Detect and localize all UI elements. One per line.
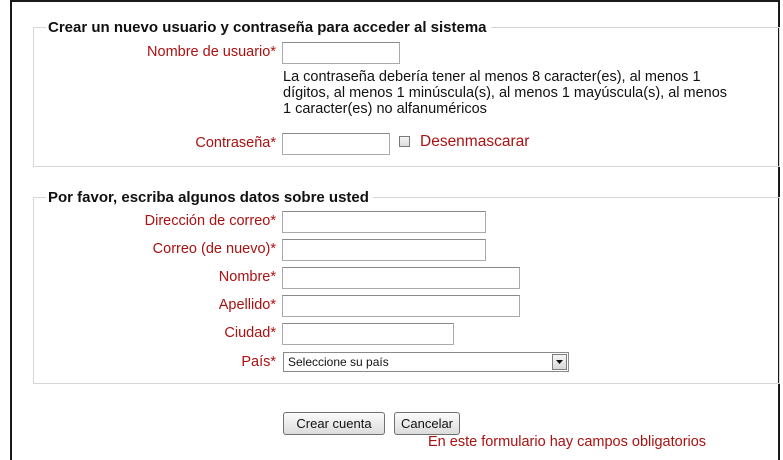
city-label: Ciudad* xyxy=(224,325,276,341)
password-label: Contraseña* xyxy=(195,135,276,151)
lastname-label: Apellido* xyxy=(218,297,276,313)
create-account-button[interactable]: Crear cuenta xyxy=(283,412,385,435)
dropdown-button[interactable] xyxy=(552,354,567,370)
country-label: País* xyxy=(241,354,276,370)
firstname-input[interactable] xyxy=(282,267,520,289)
email-again-label: Correo (de nuevo)* xyxy=(152,241,276,257)
lastname-input[interactable] xyxy=(282,295,520,317)
city-input[interactable] xyxy=(282,323,454,345)
password-policy-text: La contraseña debería tener al menos 8 c… xyxy=(283,69,728,117)
email-label: Dirección de correo* xyxy=(144,213,276,229)
required-fields-note: En este formulario hay campos obligatori… xyxy=(428,434,707,450)
account-legend: Crear un nuevo usuario y contraseña para… xyxy=(46,19,491,37)
unmask-checkbox[interactable] xyxy=(399,136,410,147)
username-input[interactable] xyxy=(282,42,400,64)
password-input[interactable] xyxy=(282,133,390,155)
details-legend: Por favor, escriba algunos datos sobre u… xyxy=(46,189,373,207)
email-input[interactable] xyxy=(282,211,486,233)
unmask-label[interactable]: Desenmascarar xyxy=(420,133,529,151)
username-label: Nombre de usuario* xyxy=(147,44,276,60)
email-again-input[interactable] xyxy=(282,239,486,261)
country-select[interactable]: Seleccione su país xyxy=(283,352,569,372)
cancel-button[interactable]: Cancelar xyxy=(394,412,460,435)
country-selected-value: Seleccione su país xyxy=(288,355,389,369)
firstname-label: Nombre* xyxy=(218,269,276,285)
chevron-down-icon xyxy=(556,360,563,364)
